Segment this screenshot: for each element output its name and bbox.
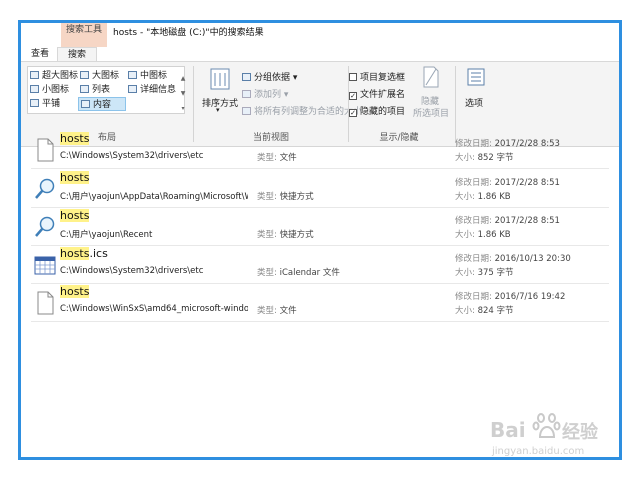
layout-small-icons[interactable]: 小图标 xyxy=(30,83,69,97)
hide-selected-button[interactable]: 隐藏 所选项目 xyxy=(413,66,453,122)
layout-tiles[interactable]: 平铺 xyxy=(30,97,60,111)
add-columns-icon xyxy=(242,90,251,98)
document-icon xyxy=(37,138,54,162)
tab-view[interactable]: 查看 xyxy=(29,47,51,61)
list-item[interactable]: hosts C:\Windows\WinSxS\amd64_microsoft-… xyxy=(31,283,609,322)
layout-medium-icons[interactable]: 中图标 xyxy=(128,69,167,83)
small-icons-icon xyxy=(30,85,39,93)
large-icons-icon xyxy=(80,71,89,79)
baidu-paw-icon xyxy=(532,413,561,438)
hidden-items-toggle[interactable]: ✓ 隐藏的项目 xyxy=(349,104,405,117)
extra-large-icons-icon xyxy=(30,71,39,79)
context-tab-search-tools[interactable]: 搜索工具 xyxy=(61,23,107,47)
options-icon xyxy=(467,68,485,86)
explorer-window: 搜索工具 hosts - "本地磁盘 (C:)"中的搜索结果 查看 搜索 超大图… xyxy=(18,20,622,460)
title-bar: 搜索工具 hosts - "本地磁盘 (C:)"中的搜索结果 xyxy=(21,23,619,47)
file-extensions-toggle[interactable]: ✓ 文件扩展名 xyxy=(349,87,405,100)
content-icon xyxy=(81,100,90,108)
item-path: C:\用户\yaojun\AppData\Roaming\Microsoft\W… xyxy=(60,192,248,202)
baidu-watermark: Bai 经验 jingyan.baidu.com xyxy=(488,410,618,460)
layout-details[interactable]: 详细信息 xyxy=(128,83,176,97)
layout-large-icons[interactable]: 大图标 xyxy=(80,69,119,83)
search-shortcut-icon xyxy=(35,216,55,237)
sort-by-button[interactable]: 排序方式 ▾ xyxy=(202,68,238,120)
layout-list[interactable]: 列表 xyxy=(80,83,110,97)
list-icon xyxy=(80,85,89,93)
item-path: C:\Windows\System32\drivers\etc xyxy=(60,151,204,161)
group-by-icon xyxy=(242,73,251,81)
options-button[interactable]: 选项 xyxy=(459,68,493,124)
checkbox-unchecked-icon xyxy=(349,73,357,81)
add-columns-button[interactable]: 添加列 ▾ xyxy=(242,87,288,100)
layout-extra-large-icons[interactable]: 超大图标 xyxy=(30,69,78,83)
list-item[interactable]: hosts C:\用户\yaojun\AppData\Roaming\Micro… xyxy=(31,169,609,208)
layout-content[interactable]: 内容 xyxy=(78,97,126,111)
item-path: C:\用户\yaojun\Recent xyxy=(60,230,153,240)
medium-icons-icon xyxy=(128,71,137,79)
search-shortcut-icon xyxy=(35,178,55,199)
checkbox-checked-icon: ✓ xyxy=(349,109,357,117)
group-by-button[interactable]: 分组依据 ▾ xyxy=(242,70,297,83)
tiles-icon xyxy=(30,99,39,107)
sort-by-icon xyxy=(210,68,230,90)
document-icon xyxy=(37,291,54,315)
list-item[interactable]: hosts C:\用户\yaojun\Recent 类型: 快捷方式 修改日期:… xyxy=(31,207,609,246)
item-path: C:\Windows\WinSxS\amd64_microsoft-window… xyxy=(60,304,248,314)
checkbox-checked-icon: ✓ xyxy=(349,92,357,100)
fit-columns-button[interactable]: 将所有列调整为合适的大小 xyxy=(242,104,362,117)
tab-search[interactable]: 搜索 xyxy=(57,47,97,61)
list-item[interactable]: hosts.ics C:\Windows\System32\drivers\et… xyxy=(31,245,609,284)
window-title: hosts - "本地磁盘 (C:)"中的搜索结果 xyxy=(113,28,264,38)
list-item[interactable]: hosts C:\Windows\System32\drivers\etc 类型… xyxy=(31,130,609,169)
fit-columns-icon xyxy=(242,107,251,115)
item-checkboxes-toggle[interactable]: 项目复选框 xyxy=(349,70,405,83)
ribbon-tabs: 查看 搜索 xyxy=(21,47,619,62)
calendar-icon xyxy=(34,256,56,275)
layout-gallery: 超大图标 大图标 中图标 小图标 列表 详细信息 平铺 内容 ▲ ▼ ▾ xyxy=(27,66,185,114)
details-icon xyxy=(128,85,137,93)
hide-selected-icon xyxy=(423,66,439,88)
gallery-scroll[interactable]: ▲ ▼ ▾ xyxy=(178,71,188,117)
item-path: C:\Windows\System32\drivers\etc xyxy=(60,266,204,276)
